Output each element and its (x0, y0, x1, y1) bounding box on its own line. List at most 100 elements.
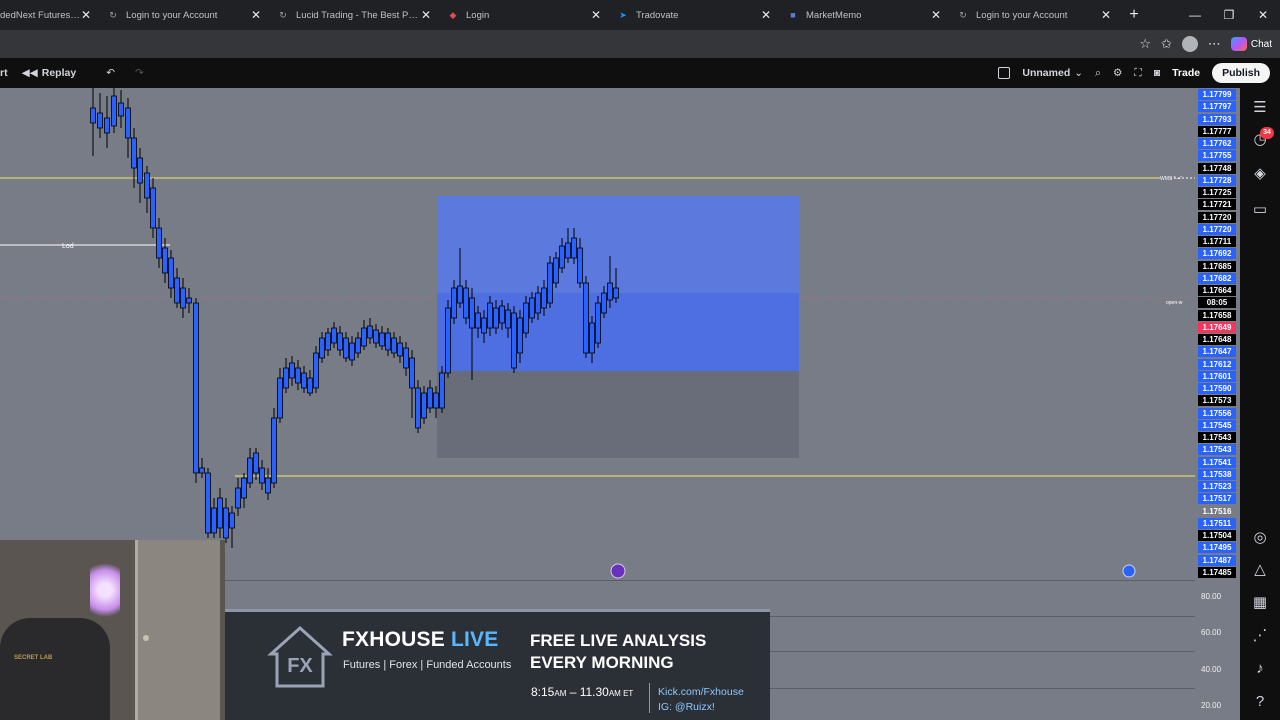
candle[interactable] (265, 477, 271, 494)
chart-pane[interactable]: Lod WMS "---" open-w (0, 88, 1195, 580)
candle[interactable] (307, 377, 313, 394)
event-marker-icon[interactable] (1122, 564, 1136, 578)
candlestick-chart[interactable]: Lod WMS "---" open-w (0, 88, 1195, 580)
candle[interactable] (553, 257, 559, 284)
chat-button[interactable]: Chat (1230, 37, 1272, 51)
candle[interactable] (313, 352, 319, 389)
candle[interactable] (385, 332, 391, 351)
candle[interactable] (193, 302, 199, 474)
close-icon[interactable]: ✕ (250, 8, 262, 22)
publish-button[interactable]: Publish (1212, 63, 1270, 83)
candle[interactable] (289, 362, 295, 379)
restore-icon[interactable]: ❐ (1212, 8, 1246, 22)
candle[interactable] (421, 392, 427, 419)
candle[interactable] (577, 247, 583, 284)
candle[interactable] (337, 332, 343, 351)
candle[interactable] (541, 287, 547, 309)
candle[interactable] (144, 172, 150, 199)
candle[interactable] (505, 309, 511, 329)
candle[interactable] (475, 312, 481, 329)
event-marker-icon[interactable] (610, 563, 626, 579)
candle[interactable] (427, 387, 433, 409)
camera-icon[interactable]: ◙ (1154, 67, 1160, 79)
candle[interactable] (571, 237, 577, 259)
candle[interactable] (463, 287, 469, 319)
browser-tab[interactable]: dedNext Futures Hel ✕ (0, 0, 100, 30)
candle[interactable] (391, 337, 397, 354)
browser-tab[interactable]: ◆ Login ✕ (440, 0, 610, 30)
candle[interactable] (319, 337, 325, 359)
fullscreen-icon[interactable]: ⛶ (1134, 67, 1141, 80)
candle[interactable] (487, 302, 493, 329)
candle[interactable] (529, 297, 535, 319)
browser-tab[interactable]: ↻ Login to your Account ✕ (100, 0, 270, 30)
candle[interactable] (125, 107, 131, 139)
replay-button[interactable]: ◀◀ Replay (22, 67, 77, 79)
candle[interactable] (180, 287, 186, 309)
price-scale[interactable]: 1.17799 1.17797 1.17793 1.17777 1.17762 1.177… (1195, 88, 1240, 580)
candle[interactable] (469, 297, 475, 329)
candle[interactable] (373, 329, 379, 344)
candle[interactable] (595, 302, 601, 344)
candle[interactable] (397, 342, 403, 357)
candle[interactable] (156, 227, 162, 259)
candle[interactable] (259, 467, 265, 484)
candle[interactable] (433, 392, 439, 409)
layers-icon[interactable]: ◈ (1250, 164, 1270, 184)
candle[interactable] (583, 282, 589, 354)
candle[interactable] (511, 312, 517, 369)
toolbar-partial-label[interactable]: rt (0, 67, 8, 79)
candle[interactable] (535, 292, 541, 314)
candle[interactable] (131, 137, 137, 169)
settings-icon[interactable]: ⚙ (1113, 67, 1122, 79)
browser-tab[interactable]: ➤ Tradovate ✕ (610, 0, 780, 30)
candle[interactable] (277, 377, 283, 419)
feed-icon[interactable]: ⋰ (1250, 626, 1270, 646)
candle[interactable] (168, 257, 174, 289)
candle[interactable] (325, 332, 331, 351)
close-icon[interactable]: ✕ (760, 8, 772, 22)
candle[interactable] (445, 307, 451, 374)
candle[interactable] (186, 297, 192, 304)
candle[interactable] (223, 507, 229, 539)
candle[interactable] (205, 472, 211, 534)
candle[interactable] (90, 107, 96, 124)
more-icon[interactable]: ⋯ (1208, 36, 1221, 52)
candle[interactable] (247, 457, 253, 484)
candle[interactable] (331, 327, 337, 344)
candle[interactable] (547, 262, 553, 304)
ideas-icon[interactable]: △ (1250, 560, 1270, 580)
star-icon[interactable]: ☆ (1139, 36, 1151, 52)
close-icon[interactable]: ✕ (420, 8, 432, 22)
candle[interactable] (118, 102, 124, 117)
candle[interactable] (355, 337, 361, 354)
browser-tab[interactable]: ■ MarketMemo ✕ (780, 0, 950, 30)
browser-tab[interactable]: ↻ Login to your Account ✕ (950, 0, 1120, 30)
close-window-icon[interactable]: ✕ (1246, 8, 1280, 22)
candle[interactable] (349, 342, 355, 361)
trade-button[interactable]: Trade (1172, 67, 1200, 79)
close-icon[interactable]: ✕ (930, 8, 942, 22)
candle[interactable] (499, 305, 505, 324)
candle[interactable] (565, 242, 571, 259)
new-tab-icon[interactable]: + (1120, 6, 1148, 24)
candle[interactable] (104, 117, 110, 134)
candle[interactable] (217, 497, 223, 529)
candle[interactable] (162, 247, 168, 274)
candle[interactable] (174, 277, 180, 304)
candle[interactable] (379, 332, 385, 347)
candle[interactable] (415, 387, 421, 429)
candle[interactable] (559, 245, 565, 269)
close-icon[interactable]: ✕ (1100, 8, 1112, 22)
candle[interactable] (253, 452, 259, 474)
target-icon[interactable]: ◎ (1250, 528, 1270, 548)
candle[interactable] (493, 307, 499, 329)
candle[interactable] (403, 347, 409, 369)
candle[interactable] (361, 327, 367, 347)
candle[interactable] (229, 512, 235, 529)
minimize-icon[interactable]: — (1178, 8, 1212, 22)
quick-search-icon[interactable]: ⌕ (1095, 67, 1101, 80)
chat-icon[interactable]: ▭ (1250, 200, 1270, 220)
close-icon[interactable]: ✕ (590, 8, 602, 22)
candle[interactable] (517, 317, 523, 354)
